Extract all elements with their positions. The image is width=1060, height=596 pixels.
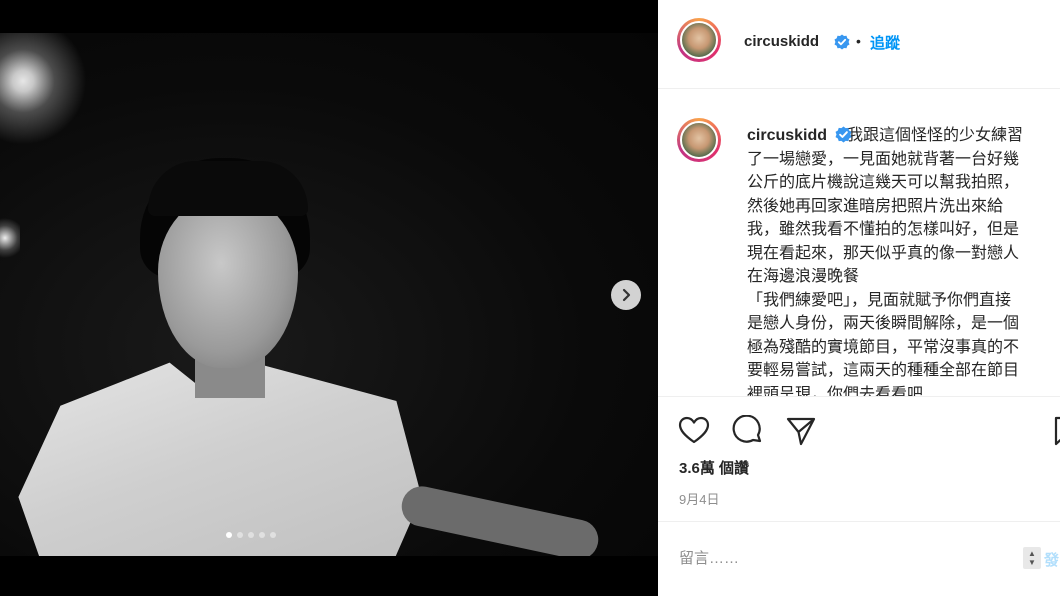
subject-arm — [398, 482, 602, 556]
post-side-panel: circuskidd • 追蹤 circuskidd 我跟這個怪怪的少女練習 了一… — [658, 0, 1060, 596]
carousel-dot — [248, 532, 254, 538]
subject-face — [158, 193, 298, 368]
post-comment-button[interactable]: 發 — [1044, 549, 1059, 570]
caption-text: circuskidd 我跟這個怪怪的少女練習 了一場戀愛，一見面她就背著一台好幾 … — [747, 124, 1060, 396]
caption-area: circuskidd 我跟這個怪怪的少女練習 了一場戀愛，一見面她就背著一台好幾 … — [658, 89, 1060, 396]
like-count[interactable]: 3.6萬 個讚 — [679, 457, 749, 478]
caption-body: 我跟這個怪怪的少女練習 了一場戀愛，一見面她就背著一台好幾 公斤的底片機說這幾天… — [747, 127, 1024, 396]
follow-button[interactable]: 追蹤 — [870, 32, 900, 53]
follow-separator: • — [856, 33, 861, 49]
post-media — [0, 0, 658, 596]
post-date[interactable]: 9月4日 — [679, 489, 719, 508]
paper-plane-icon[interactable] — [785, 415, 817, 447]
verified-badge-icon — [834, 34, 850, 50]
caption-username[interactable]: circuskidd — [747, 127, 827, 144]
caption-avatar[interactable] — [677, 118, 721, 162]
carousel-dot — [237, 532, 243, 538]
post-header: circuskidd • 追蹤 — [658, 0, 1060, 89]
bookmark-icon[interactable] — [1050, 415, 1060, 447]
scroll-spinner-icon[interactable]: ▲ ▼ — [1023, 547, 1041, 569]
carousel-dot-active — [226, 532, 232, 538]
verified-badge-icon — [835, 126, 852, 143]
sparkler-light-small — [0, 218, 20, 258]
carousel-indicator — [226, 532, 276, 538]
carousel-next-button[interactable] — [611, 280, 641, 310]
carousel-dot — [270, 532, 276, 538]
heart-icon[interactable] — [678, 415, 710, 447]
post-actions: 3.6萬 個讚 9月4日 — [658, 396, 1060, 522]
comment-form: 留言…… ▲ ▼ 發 — [658, 521, 1060, 596]
post-photo[interactable] — [0, 33, 658, 556]
carousel-dot — [259, 532, 265, 538]
sparkler-light — [0, 33, 100, 153]
header-username[interactable]: circuskidd — [744, 33, 819, 50]
comment-bubble-icon[interactable] — [732, 415, 764, 447]
chevron-right-icon — [622, 288, 631, 302]
comment-input[interactable]: 留言…… — [679, 547, 739, 568]
avatar[interactable] — [677, 18, 721, 62]
subject-bangs — [148, 161, 308, 216]
